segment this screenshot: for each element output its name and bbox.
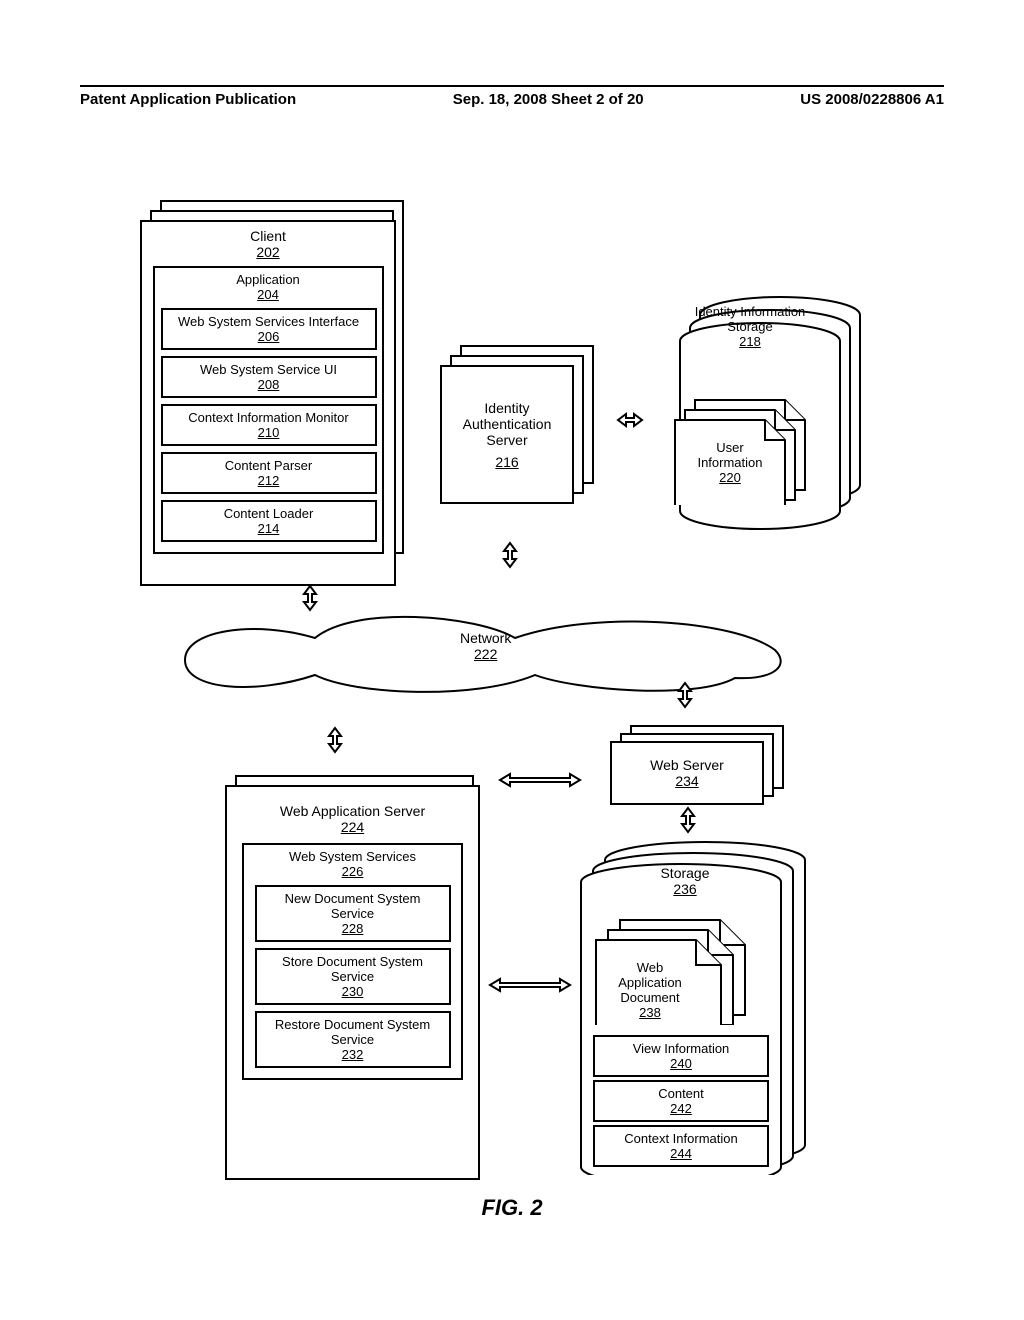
arrow-was-webserver [500,774,580,786]
figure-caption: FIG. 2 [0,1195,1024,1221]
arrow-client-network [304,586,316,610]
arrow-was-storage [490,979,570,991]
connectors [0,0,1024,1320]
arrow-network-webserver [679,683,691,707]
arrow-auth-storage [618,414,642,426]
arrow-webserver-storage [682,808,694,832]
arrow-auth-network [504,543,516,567]
arrow-network-was [329,728,341,752]
